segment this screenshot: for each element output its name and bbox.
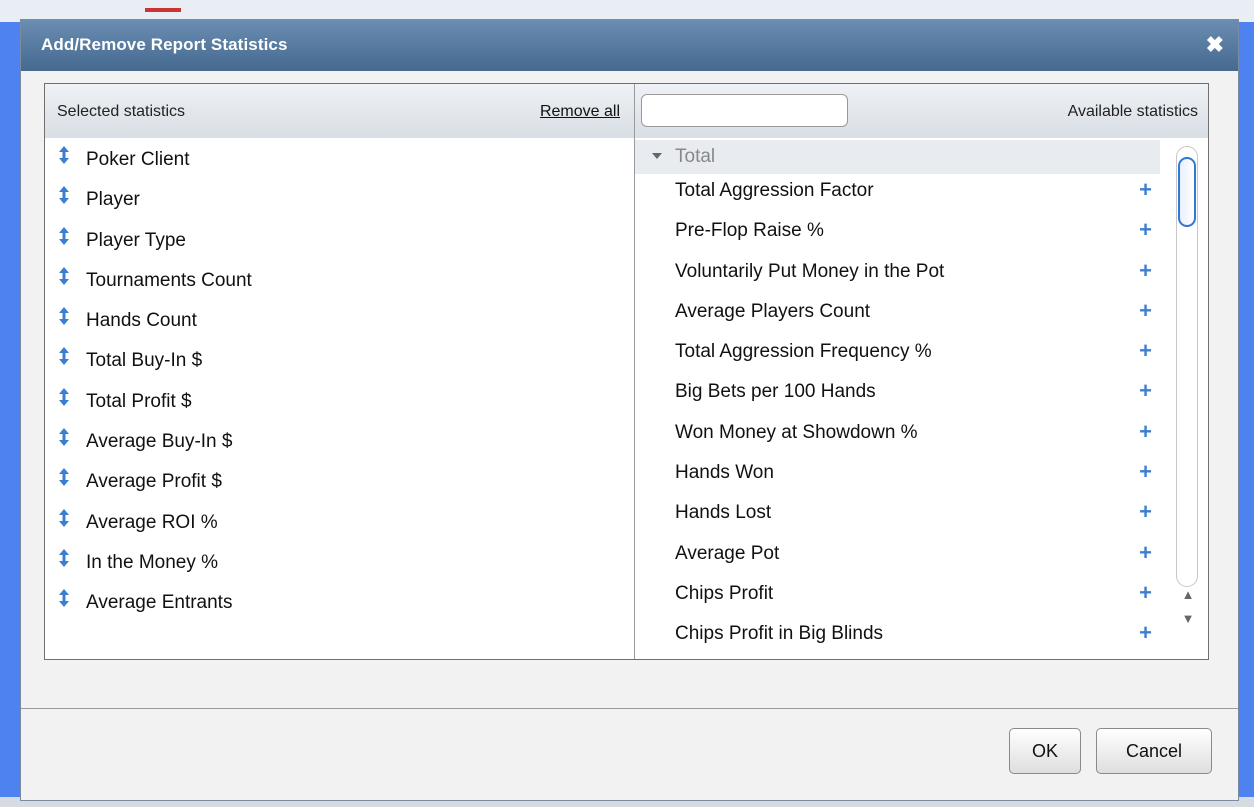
available-statistics-label: Available statistics [1067,103,1198,120]
drag-handle-icon[interactable] [58,387,70,406]
add-icon[interactable]: + [1139,580,1152,606]
selected-item-label: Hands Count [86,310,197,332]
selected-statistics-column: Selected statistics Remove all Poker Cli… [45,84,635,659]
selected-item[interactable]: Player [45,180,634,220]
available-item-label: Average Players Count [675,300,871,322]
selected-item[interactable]: In the Money % [45,543,634,583]
group-label: Total [675,146,716,167]
selected-item-label: Average Buy-In $ [86,431,233,453]
statistics-search-input[interactable] [641,94,848,127]
available-statistics-list: Total Total Aggression Factor + Pre-Flop R… [635,140,1208,659]
available-item-label: Won Money at Showdown % [675,421,918,443]
available-item-label: Chips Profit in Big Blinds [675,623,884,645]
available-item[interactable]: Total Aggression Frequency % + [635,335,1160,375]
available-item-label: Voluntarily Put Money in the Pot [675,260,945,282]
available-item[interactable]: Total Aggression Factor + [635,174,1160,214]
scrollbar-thumb[interactable] [1178,157,1196,227]
cancel-button[interactable]: Cancel [1096,728,1212,774]
selected-item-label: Average Entrants [86,592,233,614]
selected-item-label: Average ROI % [86,511,218,533]
footer-separator [21,708,1238,709]
drag-handle-icon[interactable] [58,589,70,608]
add-icon[interactable]: + [1139,217,1152,243]
available-item-label: Hands Won [675,462,774,484]
available-statistics-header: Available statistics [635,84,1208,138]
report-statistics-dialog: Add/Remove Report Statistics ✖ Selected … [20,19,1239,801]
selected-item-label: Total Buy-In $ [86,350,203,372]
available-item-label: Total Aggression Factor [675,180,874,201]
add-icon[interactable]: + [1139,177,1152,203]
available-item[interactable]: Won Money at Showdown % + [635,416,1160,456]
available-item-label: Hands Lost [675,502,772,524]
available-item[interactable]: Hands Won + [635,456,1160,496]
selected-item[interactable]: Total Buy-In $ [45,341,634,381]
available-items: Total Aggression Factor + Pre-Flop Raise %… [635,174,1208,658]
drag-handle-icon[interactable] [58,468,70,487]
selected-item[interactable]: Player Type [45,221,634,261]
statistics-panel: Selected statistics Remove all Poker Cli… [44,83,1209,660]
add-icon[interactable]: + [1139,258,1152,284]
group-header-total[interactable]: Total [635,140,1160,174]
background-accent [145,8,181,12]
selected-item-label: Tournaments Count [86,269,252,291]
available-item-label: Pre-Flop Raise % [675,220,824,242]
available-item[interactable]: Pre-Flop Raise % + [635,214,1160,254]
drag-handle-icon[interactable] [58,347,70,366]
available-item-label: Chips Profit [675,582,774,604]
add-icon[interactable]: + [1139,540,1152,566]
drag-handle-icon[interactable] [58,307,70,326]
selected-statistics-label: Selected statistics [57,103,186,120]
selected-item[interactable]: Hands Count [45,301,634,341]
selected-item-label: Total Profit $ [86,390,192,412]
dialog-titlebar[interactable]: Add/Remove Report Statistics ✖ [21,20,1238,71]
available-item-label: Total Aggression Frequency % [675,341,932,363]
scroll-up-arrow-icon[interactable]: ▲ [1176,584,1200,606]
selected-item[interactable]: Average Buy-In $ [45,422,634,462]
available-item[interactable]: Hands Lost + [635,496,1160,536]
available-list-scrollbar[interactable] [1176,146,1198,587]
available-item[interactable]: Average Players Count + [635,295,1160,335]
available-item-label: Big Bets per 100 Hands [675,381,876,403]
available-item[interactable]: Big Bets per 100 Hands + [635,375,1160,415]
add-icon[interactable]: + [1139,499,1152,525]
close-icon[interactable]: ✖ [1206,32,1224,58]
selected-item[interactable]: Total Profit $ [45,382,634,422]
available-item[interactable]: Average Pot + [635,537,1160,577]
selected-item-label: Average Profit $ [86,471,222,493]
ok-button[interactable]: OK [1009,728,1081,774]
available-item-label: Average Pot [675,542,780,564]
drag-handle-icon[interactable] [58,146,70,164]
remove-all-link[interactable]: Remove all [540,103,620,121]
add-icon[interactable]: + [1139,338,1152,364]
available-statistics-column: Available statistics Total Total Aggress… [635,84,1208,659]
available-item[interactable]: Chips Profit in Big Blinds + [635,617,1160,657]
selected-item[interactable]: Average Profit $ [45,462,634,502]
available-item[interactable]: Voluntarily Put Money in the Pot + [635,255,1160,295]
drag-handle-icon[interactable] [58,508,70,527]
dialog-title: Add/Remove Report Statistics [41,35,288,54]
add-icon[interactable]: + [1139,419,1152,445]
selected-item-label: Player [86,189,140,211]
scroll-down-arrow-icon[interactable]: ▼ [1176,608,1200,630]
collapse-triangle-icon[interactable] [652,153,662,159]
selected-statistics-list: Poker Client Player Player Type Tournaments… [45,140,634,624]
add-icon[interactable]: + [1139,620,1152,646]
available-item[interactable]: Chips Profit + [635,577,1160,617]
add-icon[interactable]: + [1139,459,1152,485]
selected-item[interactable]: Average ROI % [45,503,634,543]
selected-item-label: Poker Client [86,149,190,170]
drag-handle-icon[interactable] [58,186,70,205]
drag-handle-icon[interactable] [58,266,70,285]
selected-item[interactable]: Poker Client [45,140,634,180]
selected-item-label: Player Type [86,229,186,251]
add-icon[interactable]: + [1139,298,1152,324]
selected-item[interactable]: Tournaments Count [45,261,634,301]
selected-item[interactable]: Average Entrants [45,583,634,623]
add-icon[interactable]: + [1139,378,1152,404]
drag-handle-icon[interactable] [58,548,70,567]
selected-statistics-header: Selected statistics Remove all [45,84,634,138]
drag-handle-icon[interactable] [58,226,70,245]
selected-item-label: In the Money % [86,551,219,573]
drag-handle-icon[interactable] [58,428,70,447]
